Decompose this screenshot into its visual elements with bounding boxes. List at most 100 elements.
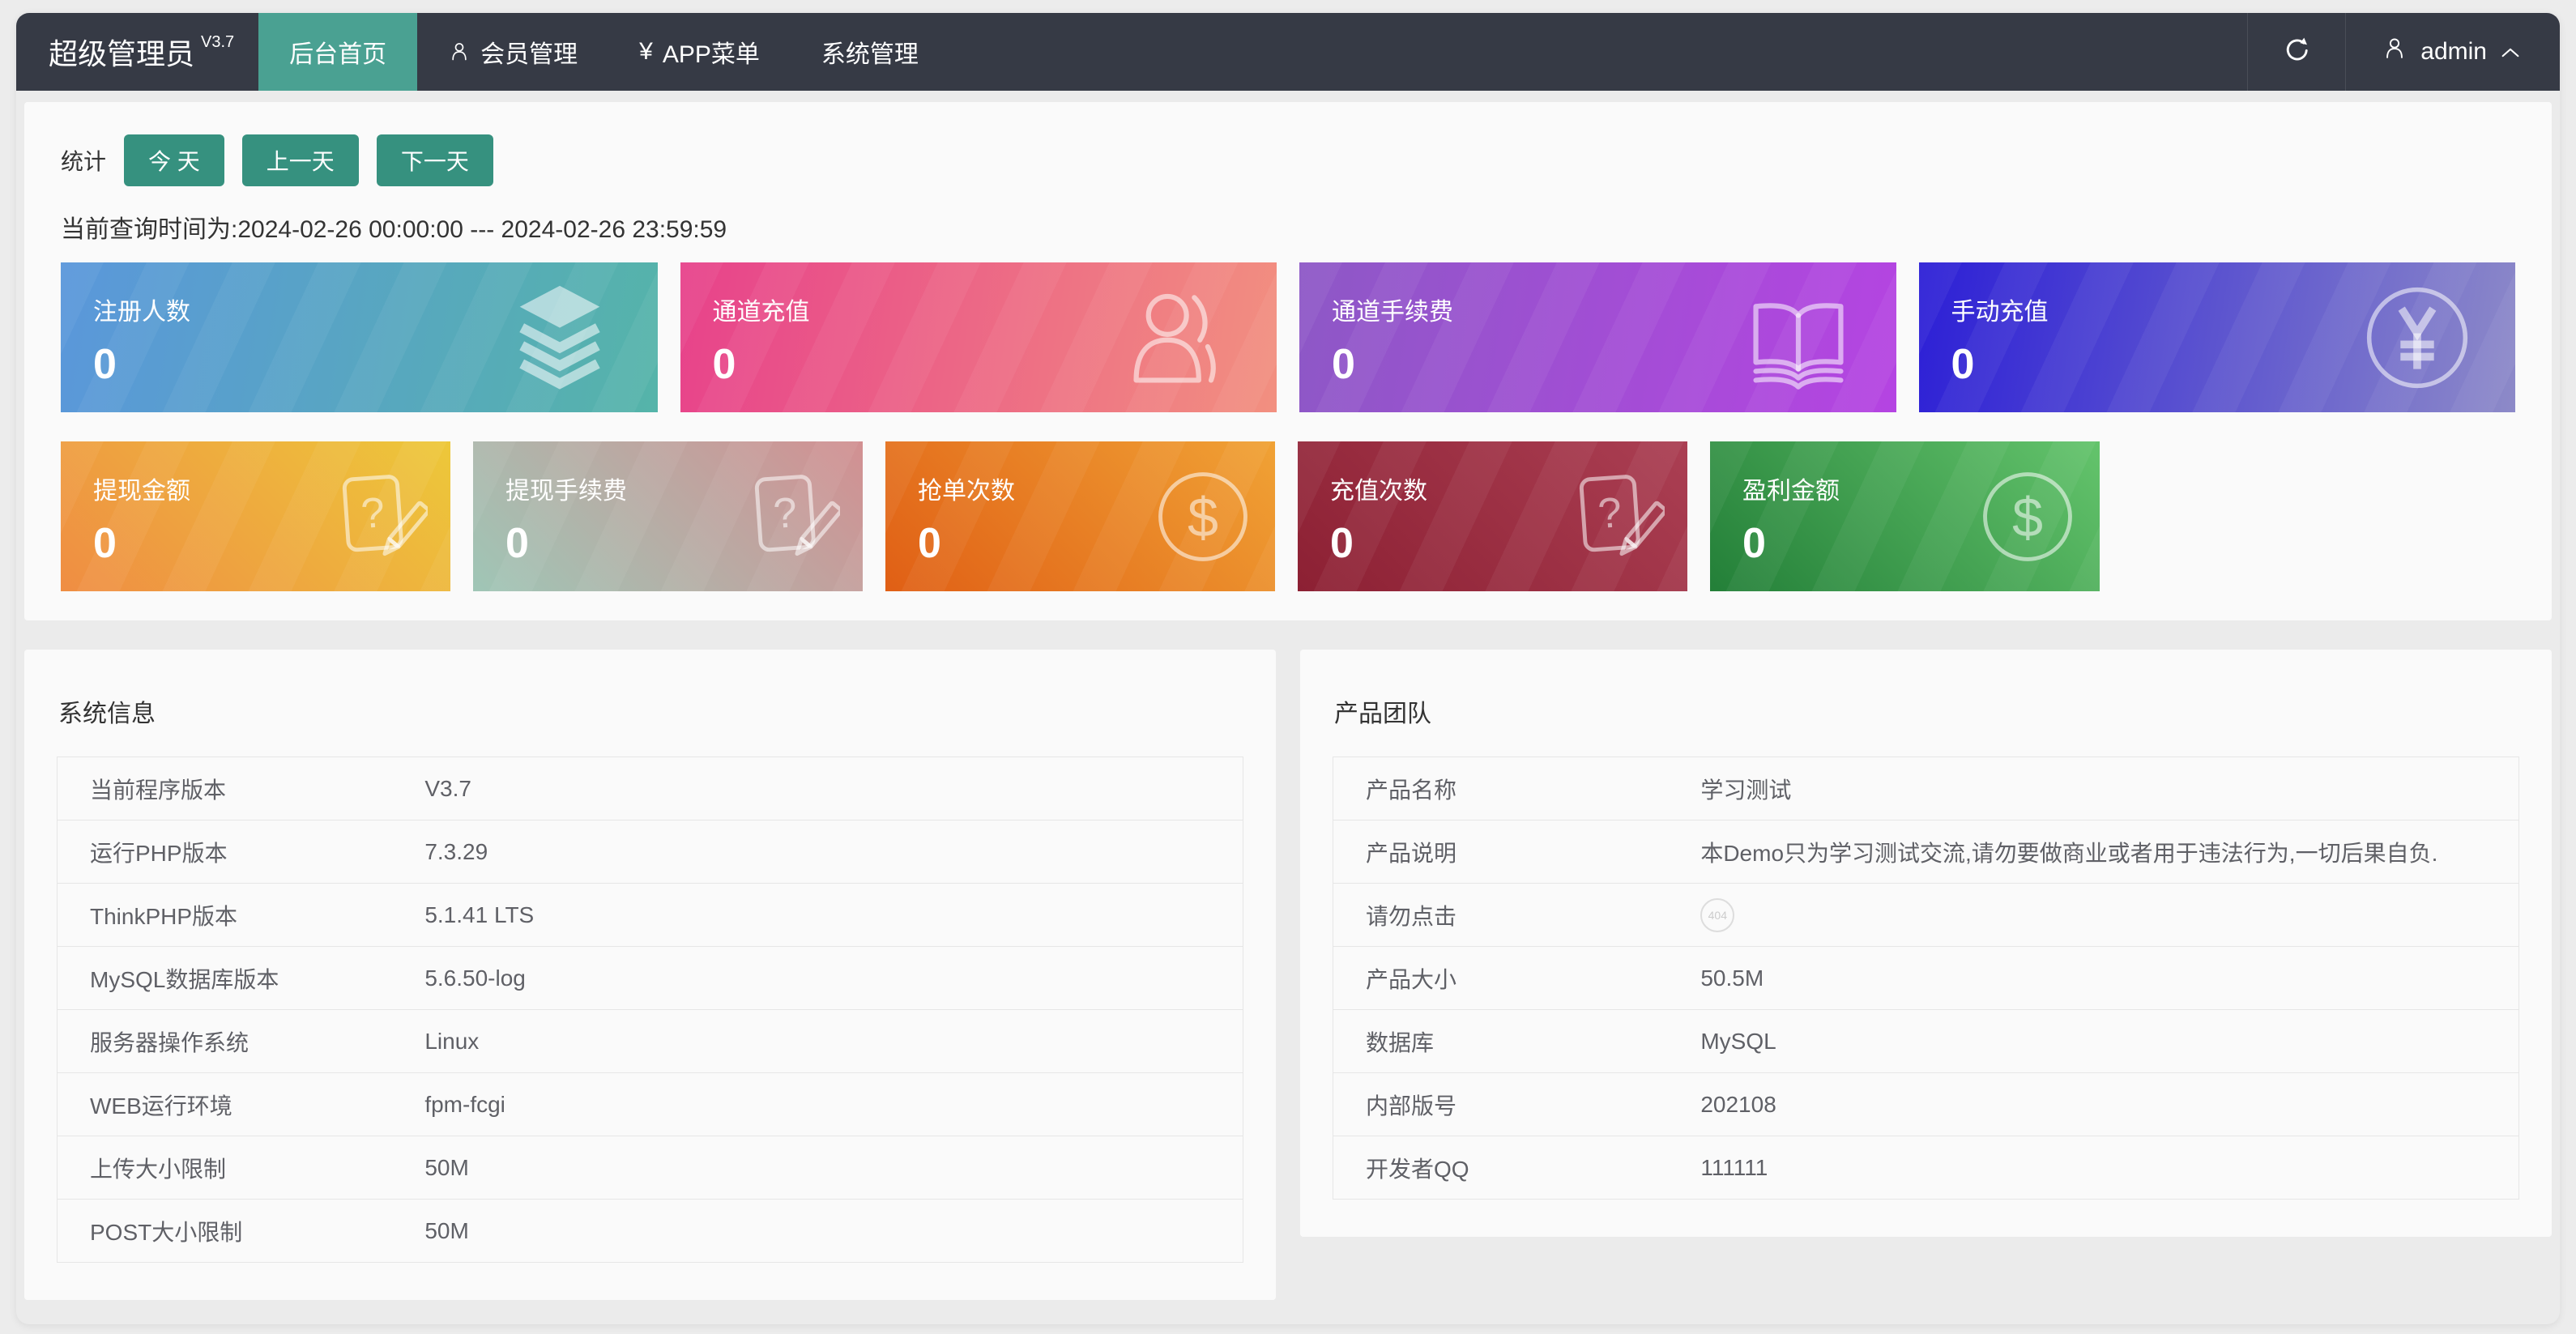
info-label: 上传大小限制 — [57, 1136, 425, 1200]
info-label: 产品说明 — [1333, 820, 1701, 884]
svg-text:$: $ — [2012, 487, 2043, 548]
info-label: WEB运行环境 — [57, 1072, 425, 1136]
info-row: 内部版号 202108 — [1333, 1072, 2519, 1136]
refresh-button[interactable] — [2247, 13, 2347, 91]
stat-card-title: 提现手续费 — [505, 478, 627, 505]
stat-card-value: 0 — [1332, 341, 1355, 388]
info-value: 50M — [424, 1136, 1243, 1200]
info-row: 开发者QQ 111111 — [1333, 1136, 2519, 1200]
bottom-section: 系统信息 当前程序版本 V3.7 运行PHP版本 7.3.29 ThinkPHP版本 5.… — [24, 650, 2552, 1324]
product-team-title: 产品团队 — [1334, 701, 1431, 727]
info-value: 5.1.41 LTS — [424, 883, 1243, 947]
question-doc-icon: ? — [1566, 467, 1665, 566]
chevron-up-icon — [2500, 38, 2521, 66]
system-info-tbody: 当前程序版本 V3.7 运行PHP版本 7.3.29 ThinkPHP版本 5.1.41 … — [57, 757, 1243, 1263]
info-value: fpm-fcgi — [424, 1072, 1243, 1136]
stats-panel: 统计 今 天上一天 下一天 当前查询时间为:2024-02-26 00:00:00… — [24, 102, 2552, 620]
svg-text:$: $ — [1188, 487, 1218, 548]
stats-header: 统计 今 天上一天 下一天 — [61, 134, 2515, 186]
stat-card-title: 通道手续费 — [1332, 299, 1453, 326]
brand: 超级管理员 V3.7 — [16, 13, 258, 91]
info-row: 请勿点击 404 — [1333, 883, 2519, 947]
prev-day-button[interactable]: 上一天 — [241, 134, 359, 186]
stat-card-withdraw-fee: 提现手续费 0? — [473, 441, 863, 591]
stat-card-title: 提现金额 — [93, 478, 190, 505]
info-value: 111111 — [1700, 1136, 2519, 1200]
svg-text:?: ? — [360, 489, 386, 538]
refresh-icon — [2282, 35, 2311, 70]
question-doc-icon: ? — [329, 467, 428, 566]
info-value: 202108 — [1700, 1072, 2519, 1136]
info-label: ThinkPHP版本 — [57, 883, 425, 947]
stat-card-title: 充值次数 — [1330, 478, 1427, 505]
stat-cards-row2: 提现金额 0? 提现手续费 0? 抢单次数 0 $ 充值次数 0? 盈利金额 0 $ — [61, 441, 2515, 591]
info-label: 开发者QQ — [1333, 1136, 1701, 1200]
stats-buttons: 今 天上一天 下一天 — [124, 134, 493, 186]
tab-label: 系统管理 — [821, 41, 919, 68]
query-time-text: 当前查询时间为:2024-02-26 00:00:00 --- 2024-02-… — [61, 216, 727, 243]
info-row: POST大小限制 50M — [57, 1199, 1243, 1263]
stat-card-withdraw-amount: 提现金额 0? — [61, 441, 450, 591]
product-team-tbody: 产品名称 学习测试 产品说明 本Demo只为学习测试交流,请勿要做商业或者用于违法行为… — [1333, 757, 2519, 1200]
yen-circle-icon — [2361, 282, 2473, 394]
book-icon — [1742, 282, 1854, 394]
brand-version: V3.7 — [201, 32, 235, 51]
stat-card-grab-count: 抢单次数 0 $ — [885, 441, 1275, 591]
stat-card-manual-recharge: 手动充值 0 — [1918, 262, 2515, 412]
info-row: 服务器操作系统 Linux — [57, 1009, 1243, 1073]
info-value: 50M — [424, 1199, 1243, 1263]
system-info-table: 当前程序版本 V3.7 运行PHP版本 7.3.29 ThinkPHP版本 5.1.41 … — [57, 757, 1243, 1263]
stat-card-channel-recharge: 通道充值 0 — [680, 262, 1277, 412]
stat-card-profit-amount: 盈利金额 0 $ — [1710, 441, 2100, 591]
user-menu[interactable]: admin — [2346, 13, 2560, 91]
tab-home[interactable]: 后台首页 — [258, 13, 418, 91]
info-label: POST大小限制 — [57, 1199, 425, 1263]
svg-text:?: ? — [1597, 489, 1623, 538]
info-label: 当前程序版本 — [57, 757, 425, 820]
info-value: MySQL — [1700, 1009, 2519, 1073]
tab-label: 后台首页 — [289, 41, 387, 68]
user-icon — [448, 40, 471, 63]
product-team-table: 产品名称 学习测试 产品说明 本Demo只为学习测试交流,请勿要做商业或者用于违法行为… — [1333, 757, 2519, 1200]
info-row: 产品说明 本Demo只为学习测试交流,请勿要做商业或者用于违法行为,一切后果自负. — [1333, 820, 2519, 884]
info-label: 数据库 — [1333, 1009, 1701, 1073]
info-row: MySQL数据库版本 5.6.50-log — [57, 946, 1243, 1010]
tab-system[interactable]: 系统管理 — [791, 13, 949, 91]
info-label: 产品名称 — [1333, 757, 1701, 820]
stat-card-title: 注册人数 — [93, 299, 190, 326]
stat-card-value: 0 — [93, 341, 117, 388]
app-window: 超级管理员 V3.7 后台首页 会员管理 ¥ APP菜单 系统管理 admin … — [16, 13, 2560, 1324]
navbar: 超级管理员 V3.7 后台首页 会员管理 ¥ APP菜单 系统管理 admin — [16, 13, 2560, 91]
user-outline-icon — [1123, 282, 1235, 394]
main-content: 统计 今 天上一天 下一天 当前查询时间为:2024-02-26 00:00:00… — [16, 91, 2560, 1324]
product-team-panel: 产品团队 产品名称 学习测试 产品说明 本Demo只为学习测试交流,请勿要做商业或者用… — [1300, 650, 2552, 1237]
info-value: Linux — [424, 1009, 1243, 1073]
info-value: 5.6.50-log — [424, 946, 1243, 1010]
stat-card-recharge-count: 充值次数 0? — [1298, 441, 1687, 591]
tab-members[interactable]: 会员管理 — [417, 13, 608, 91]
dollar-circle-icon: $ — [1154, 467, 1252, 566]
info-row: 数据库 MySQL — [1333, 1009, 2519, 1073]
info-value: 7.3.29 — [424, 820, 1243, 884]
stat-card-value: 0 — [1330, 520, 1354, 567]
stat-card-value: 0 — [93, 520, 117, 567]
stat-card-registered-users: 注册人数 0 — [61, 262, 658, 412]
info-value: 404 — [1700, 883, 2519, 947]
info-row: 当前程序版本 V3.7 — [57, 757, 1243, 820]
brand-title: 超级管理员 — [49, 37, 195, 70]
today-button[interactable]: 今 天 — [124, 134, 224, 186]
tab-app-menu[interactable]: ¥ APP菜单 — [608, 13, 791, 91]
stat-card-value: 0 — [1742, 520, 1766, 567]
404-badge[interactable]: 404 — [1700, 897, 1735, 932]
stats-section-label: 统计 — [61, 149, 107, 174]
system-info-title: 系统信息 — [58, 701, 156, 727]
next-day-button[interactable]: 下一天 — [376, 134, 493, 186]
info-row: ThinkPHP版本 5.1.41 LTS — [57, 883, 1243, 947]
info-row: 产品名称 学习测试 — [1333, 757, 2519, 820]
yen-icon: ¥ — [639, 38, 653, 65]
info-label: 运行PHP版本 — [57, 820, 425, 884]
info-label: 服务器操作系统 — [57, 1009, 425, 1073]
stat-card-title: 抢单次数 — [918, 478, 1015, 505]
system-info-panel: 系统信息 当前程序版本 V3.7 运行PHP版本 7.3.29 ThinkPHP版本 5.… — [24, 650, 1276, 1300]
info-row: WEB运行环境 fpm-fcgi — [57, 1072, 1243, 1136]
